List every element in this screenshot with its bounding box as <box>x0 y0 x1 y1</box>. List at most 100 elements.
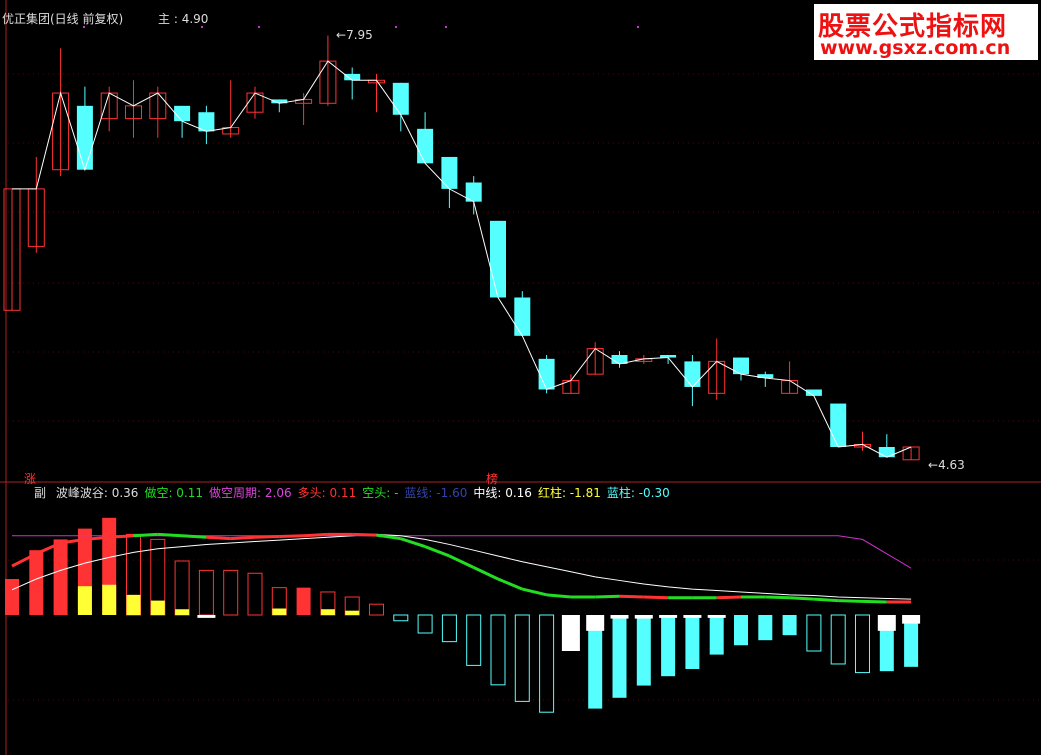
sub-legend-value: -0.30 <box>634 486 670 500</box>
candle-body-down <box>830 403 847 447</box>
candle-body-down <box>417 128 434 164</box>
sub-legend-item: 做空周期: 2.06 <box>209 486 292 500</box>
sub-bar-cyan <box>636 615 651 686</box>
sub-bar-cyan <box>612 615 627 698</box>
trend-line-segment <box>643 595 669 600</box>
sub-bar-yellow <box>320 609 335 615</box>
trend-line-segment <box>448 554 475 569</box>
low-price-value: 4.63 <box>938 458 965 472</box>
sub-legend-label: 中线: <box>473 486 502 500</box>
trend-line-segment <box>521 587 547 597</box>
trend-line-segment <box>424 545 450 558</box>
sub-bar-yellow <box>126 594 141 615</box>
sub-bar-red-hollow <box>198 569 214 616</box>
sub-bar-cyan-hollow <box>830 614 846 665</box>
sub-bar-cyan <box>709 615 724 655</box>
sub-bar-cyan-hollow <box>417 614 433 634</box>
sub-bar-red <box>29 550 44 615</box>
sub-legend-value: 0.11 <box>325 486 357 500</box>
white-mid-line <box>11 533 912 600</box>
candle-body-down <box>878 447 895 458</box>
stock-chart-canvas[interactable] <box>0 0 1041 755</box>
candle-body-down <box>514 297 531 336</box>
candle-body-down <box>76 105 93 170</box>
sub-bar-yellow <box>175 609 190 615</box>
sub-bar-yellow <box>272 608 287 615</box>
sub-legend-value: 0.36 <box>107 486 139 500</box>
sub-bar-cyan <box>734 615 748 646</box>
main-indicator-label: 主 : 4.90 <box>158 12 209 26</box>
sub-bar-white <box>707 615 726 618</box>
candle-body-down <box>441 156 458 189</box>
sub-legend-value: - <box>390 486 399 500</box>
sub-legend-item: 红柱: -1.81 <box>538 486 601 500</box>
sub-legend-item: 做空: 0.11 <box>144 486 203 500</box>
candle-body-down <box>344 73 361 81</box>
sub-legend-value: 0.16 <box>501 486 532 500</box>
trend-line-segment <box>813 597 839 603</box>
trend-line-segment <box>546 593 572 599</box>
trend-line-segment <box>497 577 523 591</box>
sub-bar-cyan-hollow <box>539 614 555 713</box>
trend-line-segment <box>279 534 304 539</box>
sub-bar-yellow <box>150 600 165 615</box>
sub-bar-white <box>586 615 605 631</box>
sub-bar-white <box>610 615 629 619</box>
main-indicator-name: 主 <box>158 12 171 26</box>
sub-bar-red-hollow <box>369 603 384 616</box>
sub-indicator-header: 副 波峰波谷: 0.36 做空: 0.11 做空周期: 2.06 多头: 0.11 空头… <box>34 486 676 500</box>
sub-bar-red-hollow <box>223 569 239 616</box>
trend-line-segment <box>206 535 231 541</box>
high-price-label: ←7.95 <box>336 28 373 42</box>
arrow-left-icon: ← <box>336 28 347 42</box>
sub-bar-yellow <box>345 610 360 615</box>
high-price-value: 7.95 <box>346 28 373 42</box>
sub-legend-item: 多头: 0.11 <box>298 486 357 500</box>
top-tick-mark <box>445 26 447 28</box>
sub-bar-white <box>561 615 580 651</box>
sub-bar-cyan-hollow <box>514 614 530 702</box>
trend-line-segment <box>400 537 426 549</box>
marker-bang: 榜 <box>486 472 499 486</box>
sub-legend-label: 红柱: <box>537 486 566 500</box>
trend-line-segment <box>862 599 887 604</box>
sub-bar-cyan-hollow <box>855 614 870 674</box>
low-price-label: ←4.63 <box>928 458 965 472</box>
sub-bar-cyan <box>685 615 700 669</box>
sub-legend-item: 蓝柱: -0.30 <box>607 486 670 500</box>
sub-bar-red-hollow <box>247 572 263 616</box>
sub-bar-white <box>683 615 702 618</box>
trend-line-segment <box>352 532 377 537</box>
watermark-logo: 股票公式指标网 www.gsxz.com.cn <box>814 4 1038 60</box>
arrow-left-icon: ← <box>928 458 939 472</box>
top-tick-mark <box>201 26 203 28</box>
sub-bar-yellow <box>102 584 117 615</box>
trend-line-segment <box>109 534 134 539</box>
trend-line-segment <box>765 595 790 600</box>
sub-bar-red-hollow <box>174 560 190 616</box>
sub-legend-label: 蓝线: <box>404 486 433 500</box>
sub-bar-cyan-hollow <box>441 614 457 643</box>
sub-bar-cyan-hollow <box>393 614 409 622</box>
sub-legend-label: 蓝柱: <box>606 486 635 500</box>
top-tick-mark <box>637 26 639 28</box>
candle-body-down <box>392 82 409 115</box>
sub-legend-label: 做空: <box>144 486 173 500</box>
marker-zhang: 涨 <box>24 472 37 486</box>
trend-line-segment <box>716 595 742 600</box>
stock-title: 优正集团(日线 前复权) <box>2 12 124 26</box>
sub-bar-white <box>634 615 653 619</box>
sub-bar-yellow <box>77 586 92 615</box>
sub-legend-item: 蓝线: -1.60 <box>404 486 467 500</box>
sub-legend-label: 波峰波谷: <box>55 486 108 500</box>
sub-bar-red <box>53 539 68 615</box>
sub-legend-item: 空头: - <box>362 486 398 500</box>
sub-legend-value: -1.60 <box>432 486 468 500</box>
sub-bar-white <box>902 615 921 624</box>
close-price-line <box>12 60 912 458</box>
top-tick-mark <box>83 26 85 28</box>
sub-bar-white <box>197 615 216 618</box>
sub-bar-cyan <box>758 615 773 641</box>
trend-line-segment <box>157 532 183 538</box>
sub-bar-cyan-hollow <box>490 614 506 686</box>
